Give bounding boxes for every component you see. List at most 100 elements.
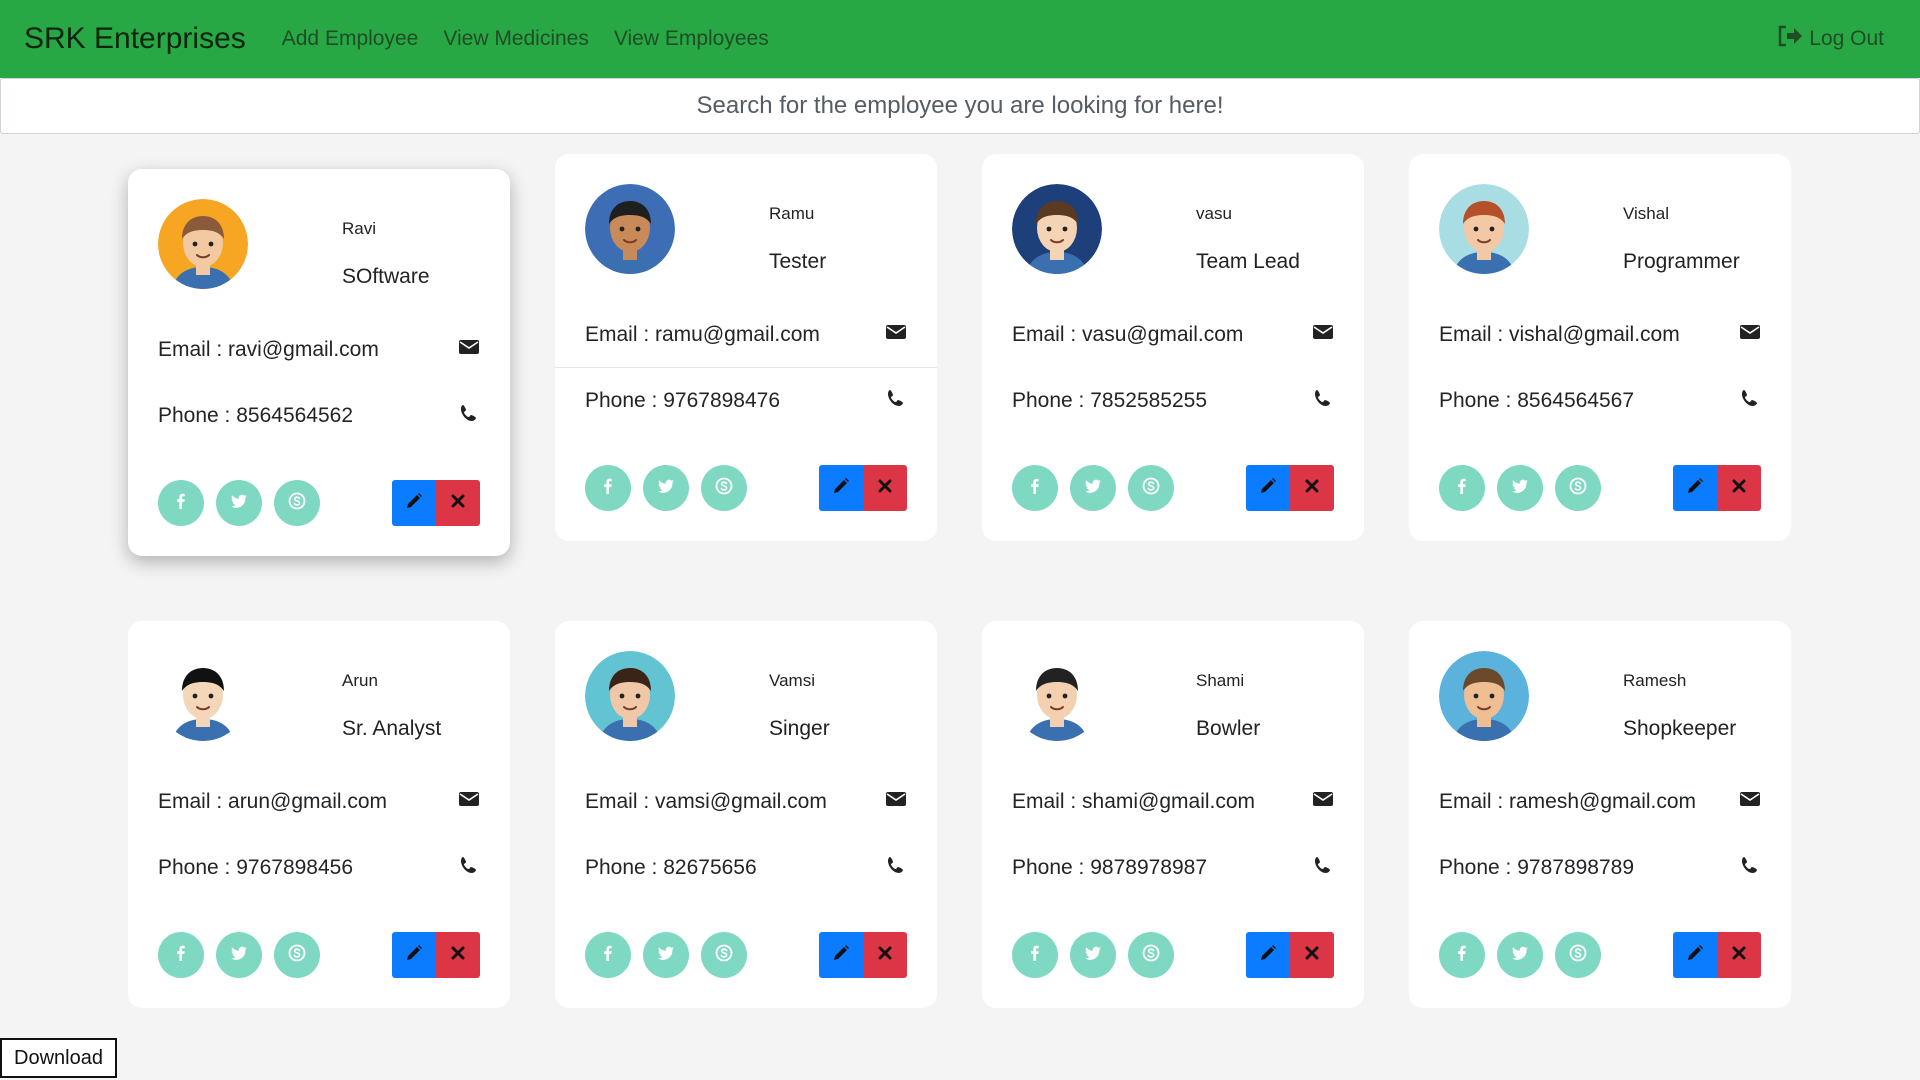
close-icon xyxy=(1303,944,1321,967)
envelope-icon xyxy=(885,789,907,815)
skype-icon xyxy=(1569,477,1587,500)
email-row: Email : vishal@gmail.com xyxy=(1409,302,1791,368)
close-icon xyxy=(876,944,894,967)
employee-name: Vamsi xyxy=(769,671,815,690)
employee-role: Sr. Analyst xyxy=(342,717,442,740)
employee-search-input[interactable] xyxy=(0,78,1920,134)
employee-card: Arun Sr. Analyst Email : arun@gmail.com … xyxy=(128,621,510,1008)
facebook-button[interactable] xyxy=(1439,932,1485,978)
employee-email: Email : vasu@gmail.com xyxy=(1012,323,1244,346)
skype-button[interactable] xyxy=(274,480,320,526)
phone-row: Phone : 7852585255 xyxy=(982,368,1364,434)
facebook-button[interactable] xyxy=(1012,932,1058,978)
phone-icon xyxy=(885,388,907,414)
nav-view-employees[interactable]: View Employees xyxy=(614,27,769,51)
close-icon xyxy=(1730,477,1748,500)
employee-card: Ravi SOftware Email : ravi@gmail.com Pho… xyxy=(128,169,510,556)
twitter-button[interactable] xyxy=(643,465,689,511)
card-actions xyxy=(1246,932,1334,978)
twitter-icon xyxy=(657,477,675,500)
edit-button[interactable] xyxy=(819,465,863,511)
skype-button[interactable] xyxy=(1555,932,1601,978)
facebook-button[interactable] xyxy=(1012,465,1058,511)
phone-icon xyxy=(1312,388,1334,414)
facebook-button[interactable] xyxy=(158,932,204,978)
skype-icon xyxy=(1569,944,1587,967)
phone-icon xyxy=(885,855,907,881)
facebook-icon xyxy=(1026,477,1044,500)
facebook-button[interactable] xyxy=(158,480,204,526)
email-row: Email : vamsi@gmail.com xyxy=(555,769,937,835)
social-links xyxy=(1012,465,1174,511)
nav-view-medicines[interactable]: View Medicines xyxy=(443,27,589,51)
delete-button[interactable] xyxy=(436,932,480,978)
employee-name: Ravi xyxy=(342,219,377,238)
delete-button[interactable] xyxy=(436,480,480,526)
employee-phone: Phone : 8564564567 xyxy=(1439,389,1635,412)
envelope-icon xyxy=(458,337,480,363)
edit-button[interactable] xyxy=(1673,465,1717,511)
skype-button[interactable] xyxy=(701,465,747,511)
edit-button[interactable] xyxy=(819,932,863,978)
skype-button[interactable] xyxy=(274,932,320,978)
skype-button[interactable] xyxy=(1128,465,1174,511)
twitter-button[interactable] xyxy=(216,480,262,526)
twitter-button[interactable] xyxy=(643,932,689,978)
employee-phone: Phone : 9767898476 xyxy=(585,389,781,412)
employee-name: Shami xyxy=(1196,671,1245,690)
brand-title[interactable]: SRK Enterprises xyxy=(24,22,246,56)
facebook-icon xyxy=(172,492,190,515)
skype-button[interactable] xyxy=(1128,932,1174,978)
edit-button[interactable] xyxy=(392,932,436,978)
employee-card: vasu Team Lead Email : vasu@gmail.com Ph… xyxy=(982,154,1364,541)
social-links xyxy=(158,480,320,526)
skype-button[interactable] xyxy=(701,932,747,978)
facebook-button[interactable] xyxy=(585,465,631,511)
skype-button[interactable] xyxy=(1555,465,1601,511)
edit-button[interactable] xyxy=(1246,465,1290,511)
avatar xyxy=(158,651,248,741)
employee-email: Email : shami@gmail.com xyxy=(1012,790,1256,813)
delete-button[interactable] xyxy=(863,932,907,978)
twitter-button[interactable] xyxy=(1497,932,1543,978)
edit-button[interactable] xyxy=(1246,932,1290,978)
social-links xyxy=(158,932,320,978)
facebook-button[interactable] xyxy=(585,932,631,978)
delete-button[interactable] xyxy=(1290,932,1334,978)
email-row: Email : shami@gmail.com xyxy=(982,769,1364,835)
phone-icon xyxy=(1739,855,1761,881)
phone-row: Phone : 9878978987 xyxy=(982,835,1364,901)
pencil-icon xyxy=(1259,477,1277,500)
facebook-icon xyxy=(1026,944,1044,967)
twitter-button[interactable] xyxy=(1070,465,1116,511)
logout-button[interactable]: Log Out xyxy=(1777,0,1884,78)
twitter-icon xyxy=(1084,944,1102,967)
social-links xyxy=(585,465,747,511)
delete-button[interactable] xyxy=(863,465,907,511)
employee-name: Vishal xyxy=(1623,204,1669,223)
card-actions xyxy=(819,465,907,511)
edit-button[interactable] xyxy=(392,480,436,526)
envelope-icon xyxy=(1312,322,1334,348)
download-button[interactable]: Download xyxy=(0,1038,117,1078)
delete-button[interactable] xyxy=(1717,932,1761,978)
delete-button[interactable] xyxy=(1290,465,1334,511)
email-row: Email : ramu@gmail.com xyxy=(555,302,937,368)
phone-icon xyxy=(458,403,480,429)
twitter-button[interactable] xyxy=(1070,932,1116,978)
envelope-icon xyxy=(458,789,480,815)
employee-phone: Phone : 7852585255 xyxy=(1012,389,1208,412)
logout-icon xyxy=(1777,25,1803,53)
twitter-button[interactable] xyxy=(1497,465,1543,511)
employee-card: Vamsi Singer Email : vamsi@gmail.com Pho… xyxy=(555,621,937,1008)
edit-button[interactable] xyxy=(1673,932,1717,978)
employee-role: Shopkeeper xyxy=(1623,717,1737,740)
delete-button[interactable] xyxy=(1717,465,1761,511)
nav-add-employee[interactable]: Add Employee xyxy=(282,27,419,51)
employee-grid: Ravi SOftware Email : ravi@gmail.com Pho… xyxy=(128,154,1792,1008)
facebook-button[interactable] xyxy=(1439,465,1485,511)
social-links xyxy=(1439,932,1601,978)
avatar xyxy=(1012,184,1102,274)
twitter-button[interactable] xyxy=(216,932,262,978)
twitter-icon xyxy=(230,944,248,967)
